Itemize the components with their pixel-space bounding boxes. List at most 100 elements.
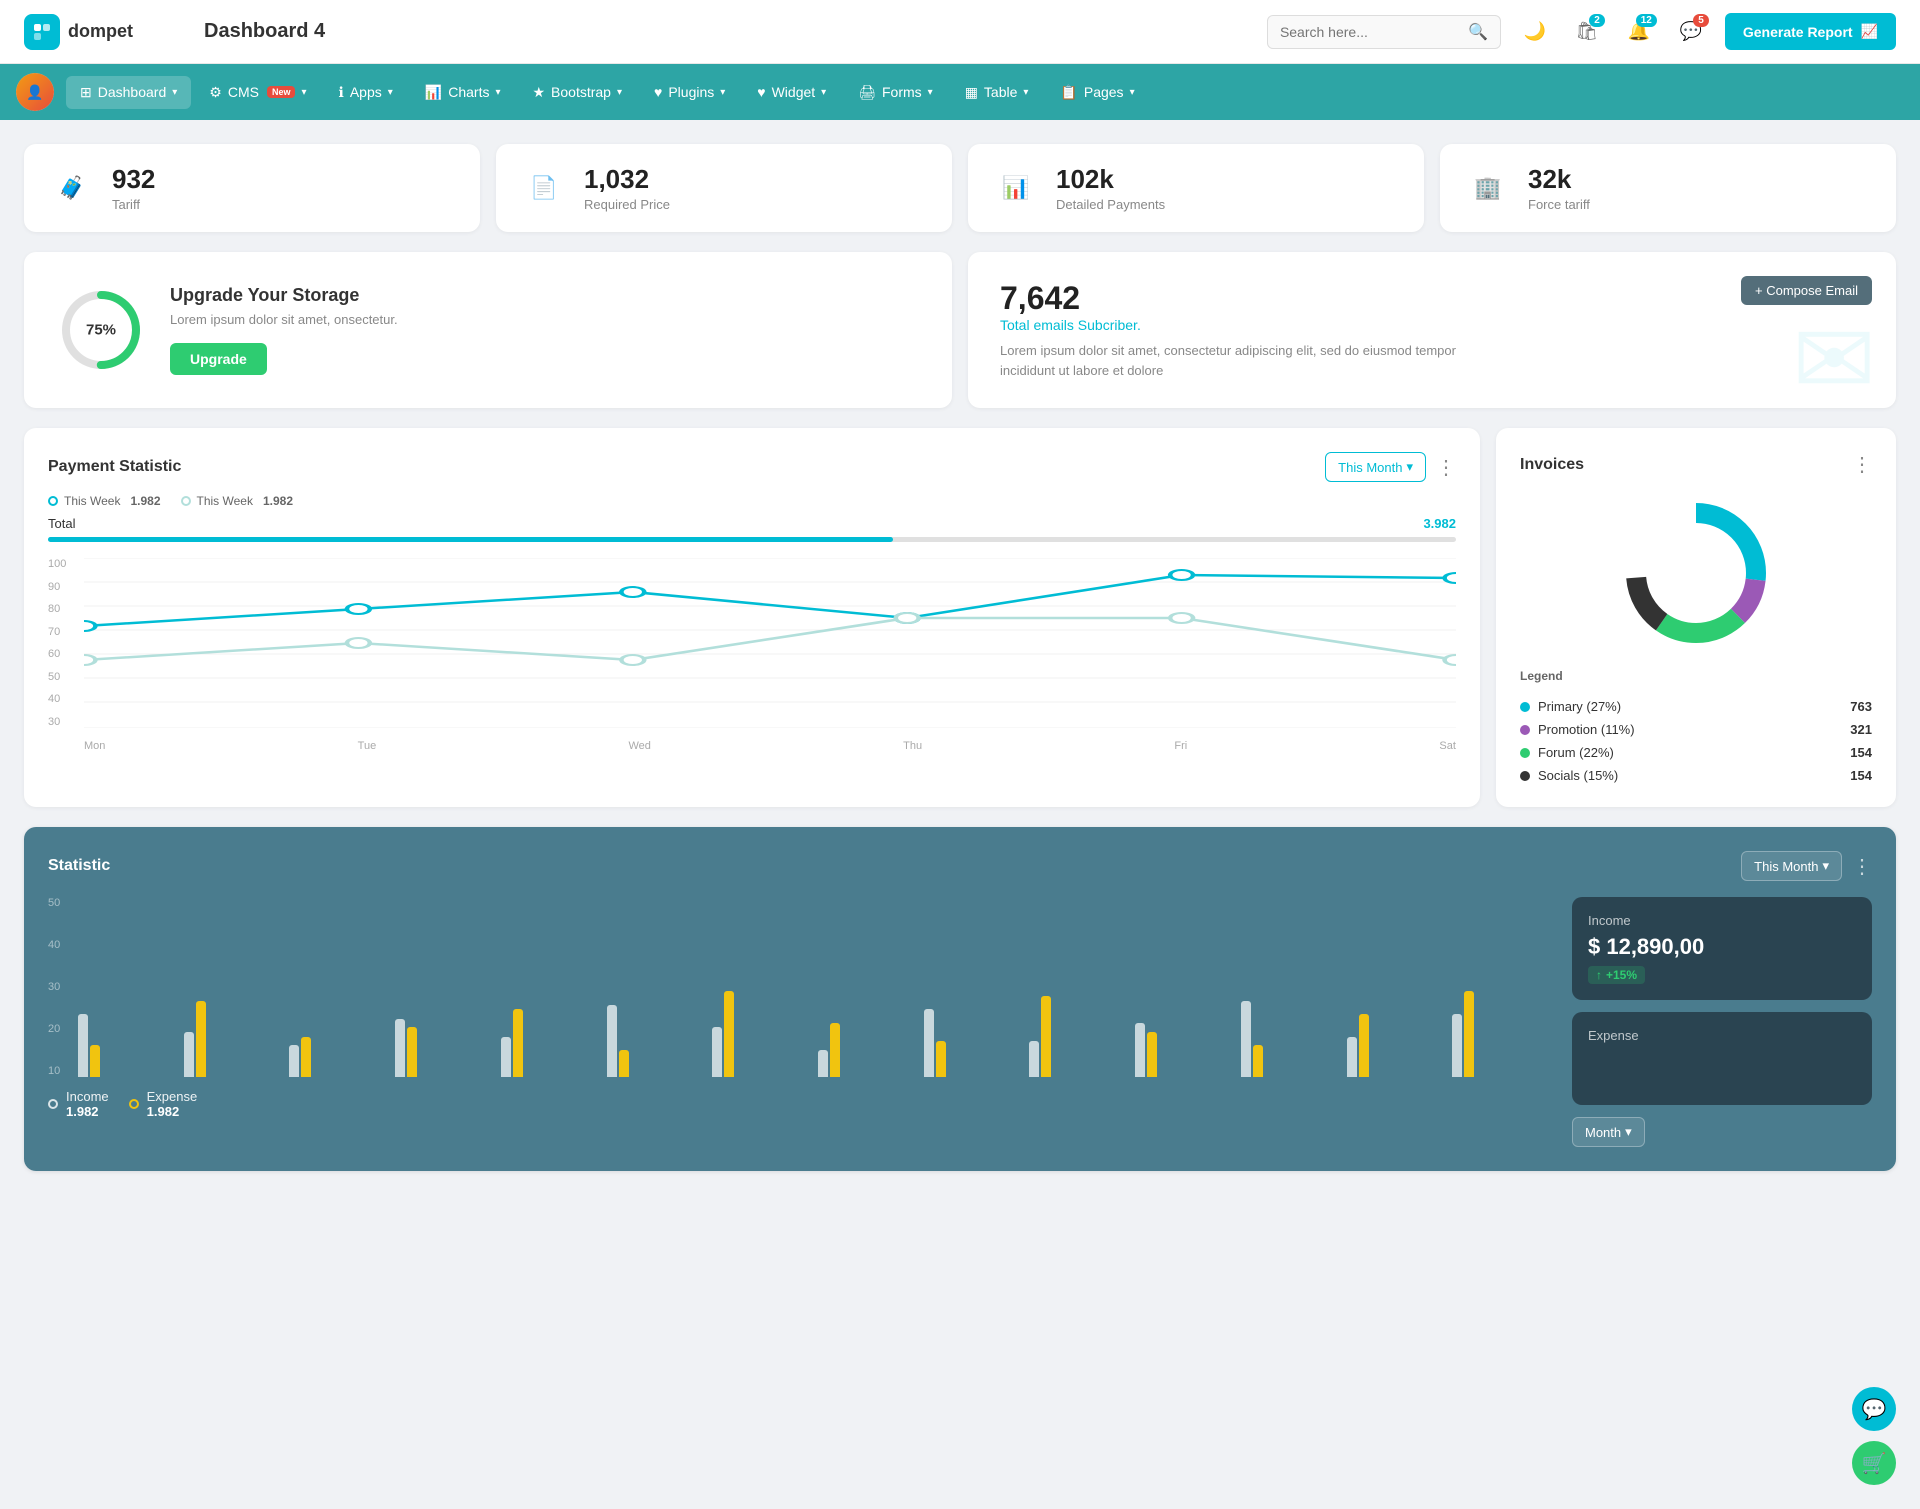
payment-card: Payment Statistic This Month ▾ ⋮ This We…	[24, 428, 1480, 807]
chart-inner	[84, 558, 1456, 728]
income-box-label: Income	[1588, 913, 1856, 928]
chevron-down-icon-month: ▾	[1406, 459, 1413, 475]
this-month-button[interactable]: This Month ▾	[1325, 452, 1426, 482]
this-month-label: This Month	[1338, 460, 1402, 475]
nav-label-apps: Apps	[350, 84, 382, 100]
search-input[interactable]	[1280, 24, 1460, 40]
chart-invoice-row: Payment Statistic This Month ▾ ⋮ This We…	[24, 428, 1896, 807]
nav-item-charts[interactable]: 📊 Charts ▾	[411, 76, 515, 109]
invoices-donut-wrap	[1520, 493, 1872, 653]
legend-value-week1: 1.982	[130, 494, 160, 508]
nav-label-cms: CMS	[228, 84, 259, 100]
nav-item-cms[interactable]: ⚙ CMS New ▾	[195, 76, 320, 109]
tariff-value: 932	[112, 164, 155, 195]
stat-legend-income: Income 1.982	[48, 1089, 109, 1119]
bar-group-11	[1135, 1023, 1235, 1077]
tariff-label: Tariff	[112, 197, 155, 212]
chart-icon: 📈	[1861, 23, 1878, 40]
fab-chat-button[interactable]: 💬	[1852, 1387, 1896, 1431]
stat-card-force-tariff: 🏢 32k Force tariff	[1440, 144, 1896, 232]
pages-icon: 📋	[1060, 84, 1077, 101]
legend-value-week2: 1.982	[263, 494, 293, 508]
search-icon[interactable]: 🔍	[1468, 22, 1488, 42]
payment-total-row: Total 3.982	[48, 516, 1456, 531]
bar-group-10	[1029, 996, 1129, 1077]
bar-group-7	[712, 991, 812, 1077]
statistic-this-month-button[interactable]: This Month ▾	[1741, 851, 1842, 881]
statistic-bar-chart: 50 40 30 20 10	[48, 897, 1552, 1147]
payment-legend: This Week 1.982 This Week 1.982	[48, 494, 1456, 508]
invoices-header: Invoices ⋮	[1520, 452, 1872, 477]
statistic-header-right: This Month ▾ ⋮	[1741, 851, 1872, 881]
stat-legend-expense: Expense 1.982	[129, 1089, 198, 1119]
dot-primary	[1520, 702, 1530, 712]
month-selector: Month ▾	[1572, 1117, 1872, 1147]
invoices-more-button[interactable]: ⋮	[1852, 452, 1872, 477]
detailed-payments-value: 102k	[1056, 164, 1165, 195]
moon-icon[interactable]: 🌙	[1517, 14, 1553, 50]
count-forum: 154	[1850, 745, 1872, 760]
month-label: Month	[1585, 1125, 1621, 1140]
nav-item-forms[interactable]: 🖨 Forms ▾	[844, 76, 946, 109]
invoices-donut-svg	[1616, 493, 1776, 653]
count-promotion: 321	[1850, 722, 1872, 737]
legend-label-week2: This Week	[197, 494, 253, 508]
storage-card: 75% Upgrade Your Storage Lorem ipsum dol…	[24, 252, 952, 408]
payment-chart-area: 100 90 80 70 60 50 40 30	[48, 558, 1456, 758]
nav-item-plugins[interactable]: ♥ Plugins ▾	[640, 76, 739, 108]
shopping-icon[interactable]: 🛍 2	[1569, 14, 1605, 50]
generate-report-label: Generate Report	[1743, 24, 1853, 40]
nav-label-dashboard: Dashboard	[98, 84, 167, 100]
nav-item-bootstrap[interactable]: ★ Bootstrap ▾	[518, 76, 636, 109]
label-primary: Primary (27%)	[1538, 699, 1621, 714]
statistic-more-button[interactable]: ⋮	[1852, 854, 1872, 879]
nav-item-pages[interactable]: 📋 Pages ▾	[1046, 76, 1148, 109]
chat-icon[interactable]: 💬 5	[1673, 14, 1709, 50]
stat-card-detailed-payments: 📊 102k Detailed Payments	[968, 144, 1424, 232]
nav-item-apps[interactable]: ℹ Apps ▾	[325, 76, 407, 109]
invoice-legend-forum: Forum (22%) 154	[1520, 745, 1872, 760]
bar-group-8	[818, 1023, 918, 1077]
bootstrap-icon: ★	[532, 84, 545, 101]
logo: dompet	[24, 14, 184, 50]
payment-progress-fill	[48, 537, 893, 542]
invoices-legend: Legend Primary (27%) 763 Promotion (11%)…	[1520, 669, 1872, 783]
payment-more-button[interactable]: ⋮	[1436, 455, 1456, 480]
new-badge: New	[267, 86, 296, 98]
income-panel: Income $ 12,890,00 ↑ +15% Expense Month …	[1572, 897, 1872, 1147]
bell-badge: 12	[1636, 14, 1657, 27]
line-chart-svg	[84, 558, 1456, 728]
bar-group-1	[78, 1014, 178, 1077]
detailed-payments-icon: 📊	[992, 164, 1040, 212]
fab-cart-button[interactable]: 🛒	[1852, 1441, 1896, 1485]
widget-icon: ♥	[757, 84, 765, 100]
charts-icon: 📊	[425, 84, 442, 101]
month-button[interactable]: Month ▾	[1572, 1117, 1645, 1147]
stat-dot-income	[48, 1099, 58, 1109]
nav-label-plugins: Plugins	[668, 84, 714, 100]
expense-value: 1.982	[147, 1104, 180, 1119]
bar-group-6	[607, 1005, 707, 1077]
invoices-title: Invoices	[1520, 456, 1584, 474]
storage-desc: Lorem ipsum dolor sit amet, onsectetur.	[170, 312, 398, 327]
upgrade-button[interactable]: Upgrade	[170, 343, 267, 375]
nav-item-table[interactable]: ▦ Table ▾	[951, 76, 1043, 109]
label-forum: Forum (22%)	[1538, 745, 1614, 760]
statistic-card: Statistic This Month ▾ ⋮ 50 40 30 20	[24, 827, 1896, 1171]
tariff-info: 932 Tariff	[112, 164, 155, 212]
nav-item-dashboard[interactable]: ⊞ Dashboard ▾	[66, 76, 191, 109]
search-box[interactable]: 🔍	[1267, 15, 1501, 49]
topbar-actions: 🔍 🌙 🛍 2 🔔 12 💬 5 Generate Report 📈	[1267, 13, 1896, 50]
stat-dot-expense	[129, 1099, 139, 1109]
fab-wrap: 💬 🛒	[1852, 1387, 1896, 1485]
nav-item-widget[interactable]: ♥ Widget ▾	[743, 76, 840, 108]
count-socials: 154	[1850, 768, 1872, 783]
generate-report-button[interactable]: Generate Report 📈	[1725, 13, 1896, 50]
expense-label: Expense	[147, 1089, 198, 1104]
main-content: 🧳 932 Tariff 📄 1,032 Required Price 📊 10…	[0, 120, 1920, 1195]
chevron-down-icon-widget: ▾	[821, 87, 826, 98]
topbar: dompet Dashboard 4 🔍 🌙 🛍 2 🔔 12 💬 5 Gene…	[0, 0, 1920, 64]
bell-icon[interactable]: 🔔 12	[1621, 14, 1657, 50]
nav-label-forms: Forms	[882, 84, 922, 100]
legend-item-week2: This Week 1.982	[181, 494, 294, 508]
